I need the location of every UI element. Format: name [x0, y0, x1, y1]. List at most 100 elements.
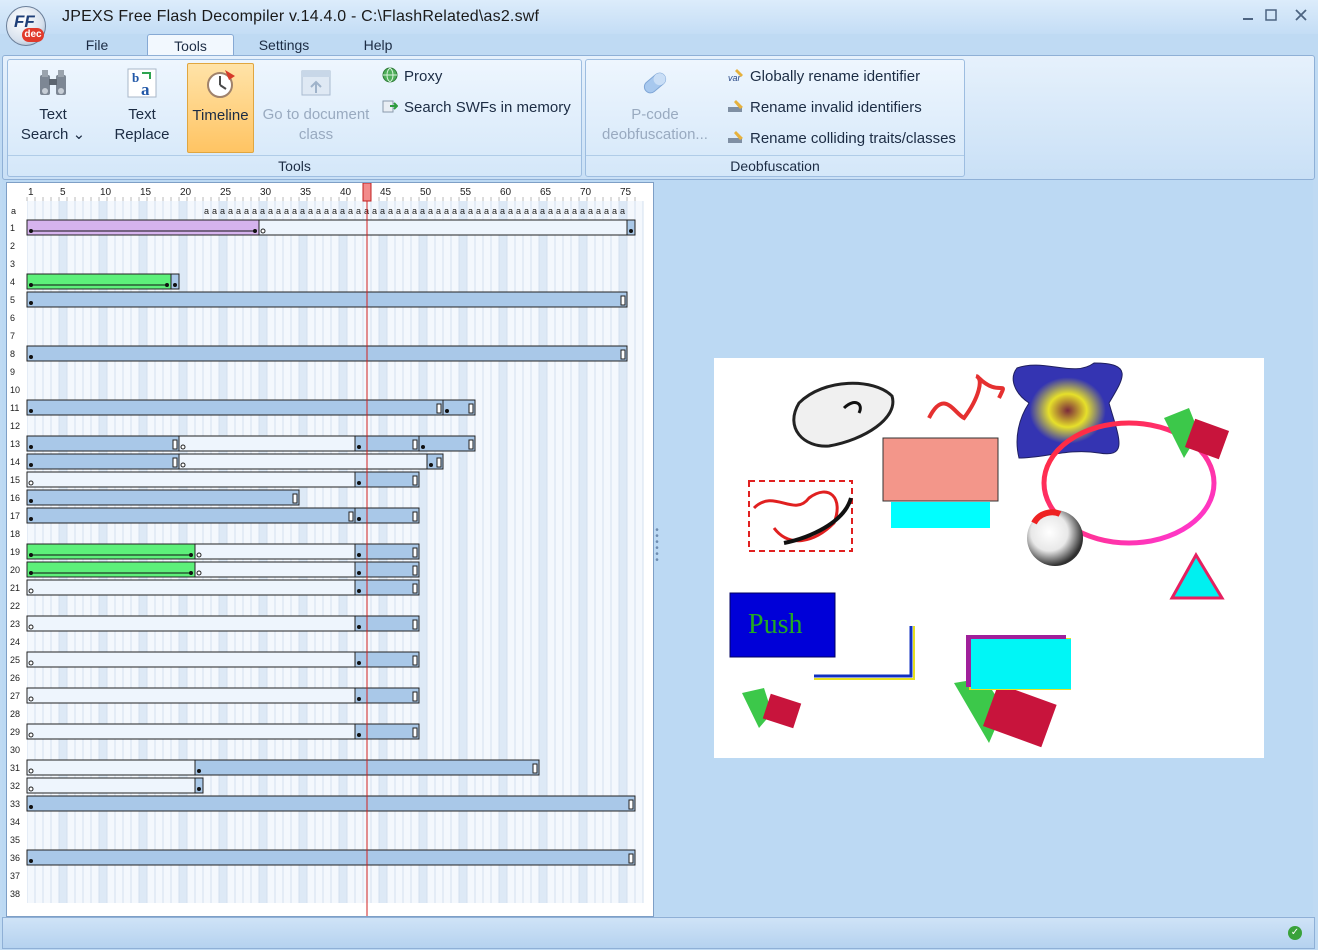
timeline-span-key[interactable] [354, 687, 420, 704]
text-replace-button[interactable]: b a Text Replace [102, 63, 182, 151]
pcode-deobfuscation-button[interactable]: P-code deobfuscation... [594, 63, 716, 151]
timeline-span-key[interactable] [354, 471, 420, 488]
timeline-span-key[interactable] [354, 615, 420, 632]
span-end-marker [468, 403, 474, 414]
keyframe-marker [29, 805, 33, 809]
timeline-span-key[interactable] [26, 435, 180, 452]
keyframe-marker [197, 787, 201, 791]
span-end-marker [292, 493, 298, 504]
search-swfs-in-memory-button[interactable]: Search SWFs in memory [382, 97, 571, 119]
globally-rename-label: Globally rename identifier [750, 68, 921, 85]
timeline-span-key[interactable] [354, 579, 420, 596]
timeline-span-empty[interactable] [26, 687, 356, 704]
close-icon[interactable] [1292, 8, 1310, 26]
timeline-span-key[interactable] [354, 561, 420, 578]
timeline-span-key[interactable] [26, 345, 628, 362]
tween-end-marker [253, 229, 257, 233]
action-row-label: a [11, 206, 16, 216]
layer-number-label: 8 [10, 349, 15, 359]
timeline-span-key[interactable] [26, 399, 444, 416]
action-marker: a [236, 206, 241, 216]
timeline-span-key[interactable] [354, 723, 420, 740]
keyframe-marker [29, 445, 33, 449]
tab-file[interactable]: File [72, 34, 122, 56]
timeline-span-empty[interactable] [26, 579, 356, 596]
empty-keyframe-marker [28, 786, 34, 792]
timeline-span-tween[interactable] [26, 219, 260, 236]
proxy-button[interactable]: Proxy [382, 66, 442, 88]
timeline-span-key[interactable] [26, 795, 636, 812]
timeline-span-shape[interactable] [26, 273, 172, 290]
timeline-span-key[interactable] [26, 849, 636, 866]
frame-ruler-label: 65 [540, 187, 552, 198]
timeline-span-empty[interactable] [178, 435, 356, 452]
timeline-span-key[interactable] [26, 291, 628, 308]
timeline-span-empty[interactable] [26, 759, 196, 776]
timeline-span-empty[interactable] [194, 561, 356, 578]
panel-splitter-handle[interactable]: • • • • • • [655, 526, 659, 566]
timeline-span-empty[interactable] [26, 615, 356, 632]
timeline-panel[interactable]: 1 5 10 15 20 25 30 35 40 45 50 55 60 65 70 75 a a a a a a a a a a… [6, 182, 654, 917]
keyframe-marker [357, 661, 361, 665]
minimize-icon[interactable] [1239, 8, 1257, 26]
playhead-handle[interactable] [362, 183, 372, 202]
timeline-span-key[interactable] [418, 435, 476, 452]
timeline-span-key[interactable] [354, 507, 420, 524]
cyan-triangle-shape [1169, 552, 1225, 600]
timeline-span-key[interactable] [354, 543, 420, 560]
timeline-span-empty[interactable] [178, 453, 428, 470]
timeline-span-empty[interactable] [194, 543, 356, 560]
pill-icon [639, 67, 671, 99]
go-to-document-class-button[interactable]: Go to document class [260, 63, 372, 151]
timeline-span-shape[interactable] [26, 543, 196, 560]
pcode-label-2: deobfuscation... [602, 126, 708, 143]
keyframe-marker [29, 517, 33, 521]
timeline-button[interactable]: Timeline [187, 63, 254, 153]
chevron-down-icon[interactable]: ⌄ [73, 126, 86, 143]
red-square-small-shape [762, 693, 802, 729]
maximize-icon[interactable] [1262, 8, 1280, 26]
window-title: JPEXS Free Flash Decompiler v.14.4.0 - C… [62, 8, 540, 25]
rename-invalid-label: Rename invalid identifiers [750, 99, 922, 116]
timeline-span-empty[interactable] [26, 723, 356, 740]
keyframe-marker [357, 481, 361, 485]
span-end-marker [412, 655, 418, 666]
rename-invalid-identifiers-button[interactable]: Rename invalid identifiers [728, 97, 922, 119]
action-marker: a [516, 206, 521, 216]
action-marker: a [380, 206, 385, 216]
frame-ruler-label: 55 [460, 187, 472, 198]
frame-ruler-label: 15 [140, 187, 152, 198]
timeline-label: Timeline [192, 107, 249, 124]
tab-settings[interactable]: Settings [248, 34, 320, 56]
empty-keyframe-marker [196, 552, 202, 558]
layer-number-label: 35 [10, 835, 20, 845]
timeline-span-empty[interactable] [26, 777, 196, 794]
white-blob-shape [792, 381, 895, 448]
action-marker: a [420, 206, 425, 216]
timeline-span-shape[interactable] [26, 561, 196, 578]
deobfuscation-group: P-code deobfuscation... var Globally ren… [585, 59, 965, 177]
ffdec-logo-icon[interactable]: FF dec [6, 6, 46, 46]
timeline-grid[interactable]: 1 5 10 15 20 25 30 35 40 45 50 55 60 65 70 75a a a a a a a a a a… [7, 183, 653, 916]
timeline-span-key[interactable] [26, 453, 180, 470]
title-bar: FF dec JPEXS Free Flash Decompiler v.14.… [0, 0, 1318, 46]
rename-colliding-traits-button[interactable]: Rename colliding traits/classes [728, 128, 956, 150]
layer-number-label: 13 [10, 439, 20, 449]
text-search-button[interactable]: Text Search ⌄ [14, 63, 92, 151]
timeline-span-key[interactable] [354, 435, 420, 452]
timeline-span-key[interactable] [26, 507, 356, 524]
action-marker: a [500, 206, 505, 216]
globally-rename-identifier-button[interactable]: var Globally rename identifier [728, 66, 920, 88]
frame-ruler-label: 50 [420, 187, 432, 198]
timeline-span-empty[interactable] [26, 471, 356, 488]
action-marker: a [212, 206, 217, 216]
timeline-span-empty[interactable] [258, 219, 628, 236]
tab-tools[interactable]: Tools [147, 34, 234, 57]
timeline-span-key[interactable] [26, 489, 300, 506]
action-marker: a [292, 206, 297, 216]
timeline-span-empty[interactable] [26, 651, 356, 668]
rename-colliding-label: Rename colliding traits/classes [750, 130, 956, 147]
timeline-span-key[interactable] [354, 651, 420, 668]
tab-help[interactable]: Help [352, 34, 404, 56]
action-marker: a [268, 206, 273, 216]
